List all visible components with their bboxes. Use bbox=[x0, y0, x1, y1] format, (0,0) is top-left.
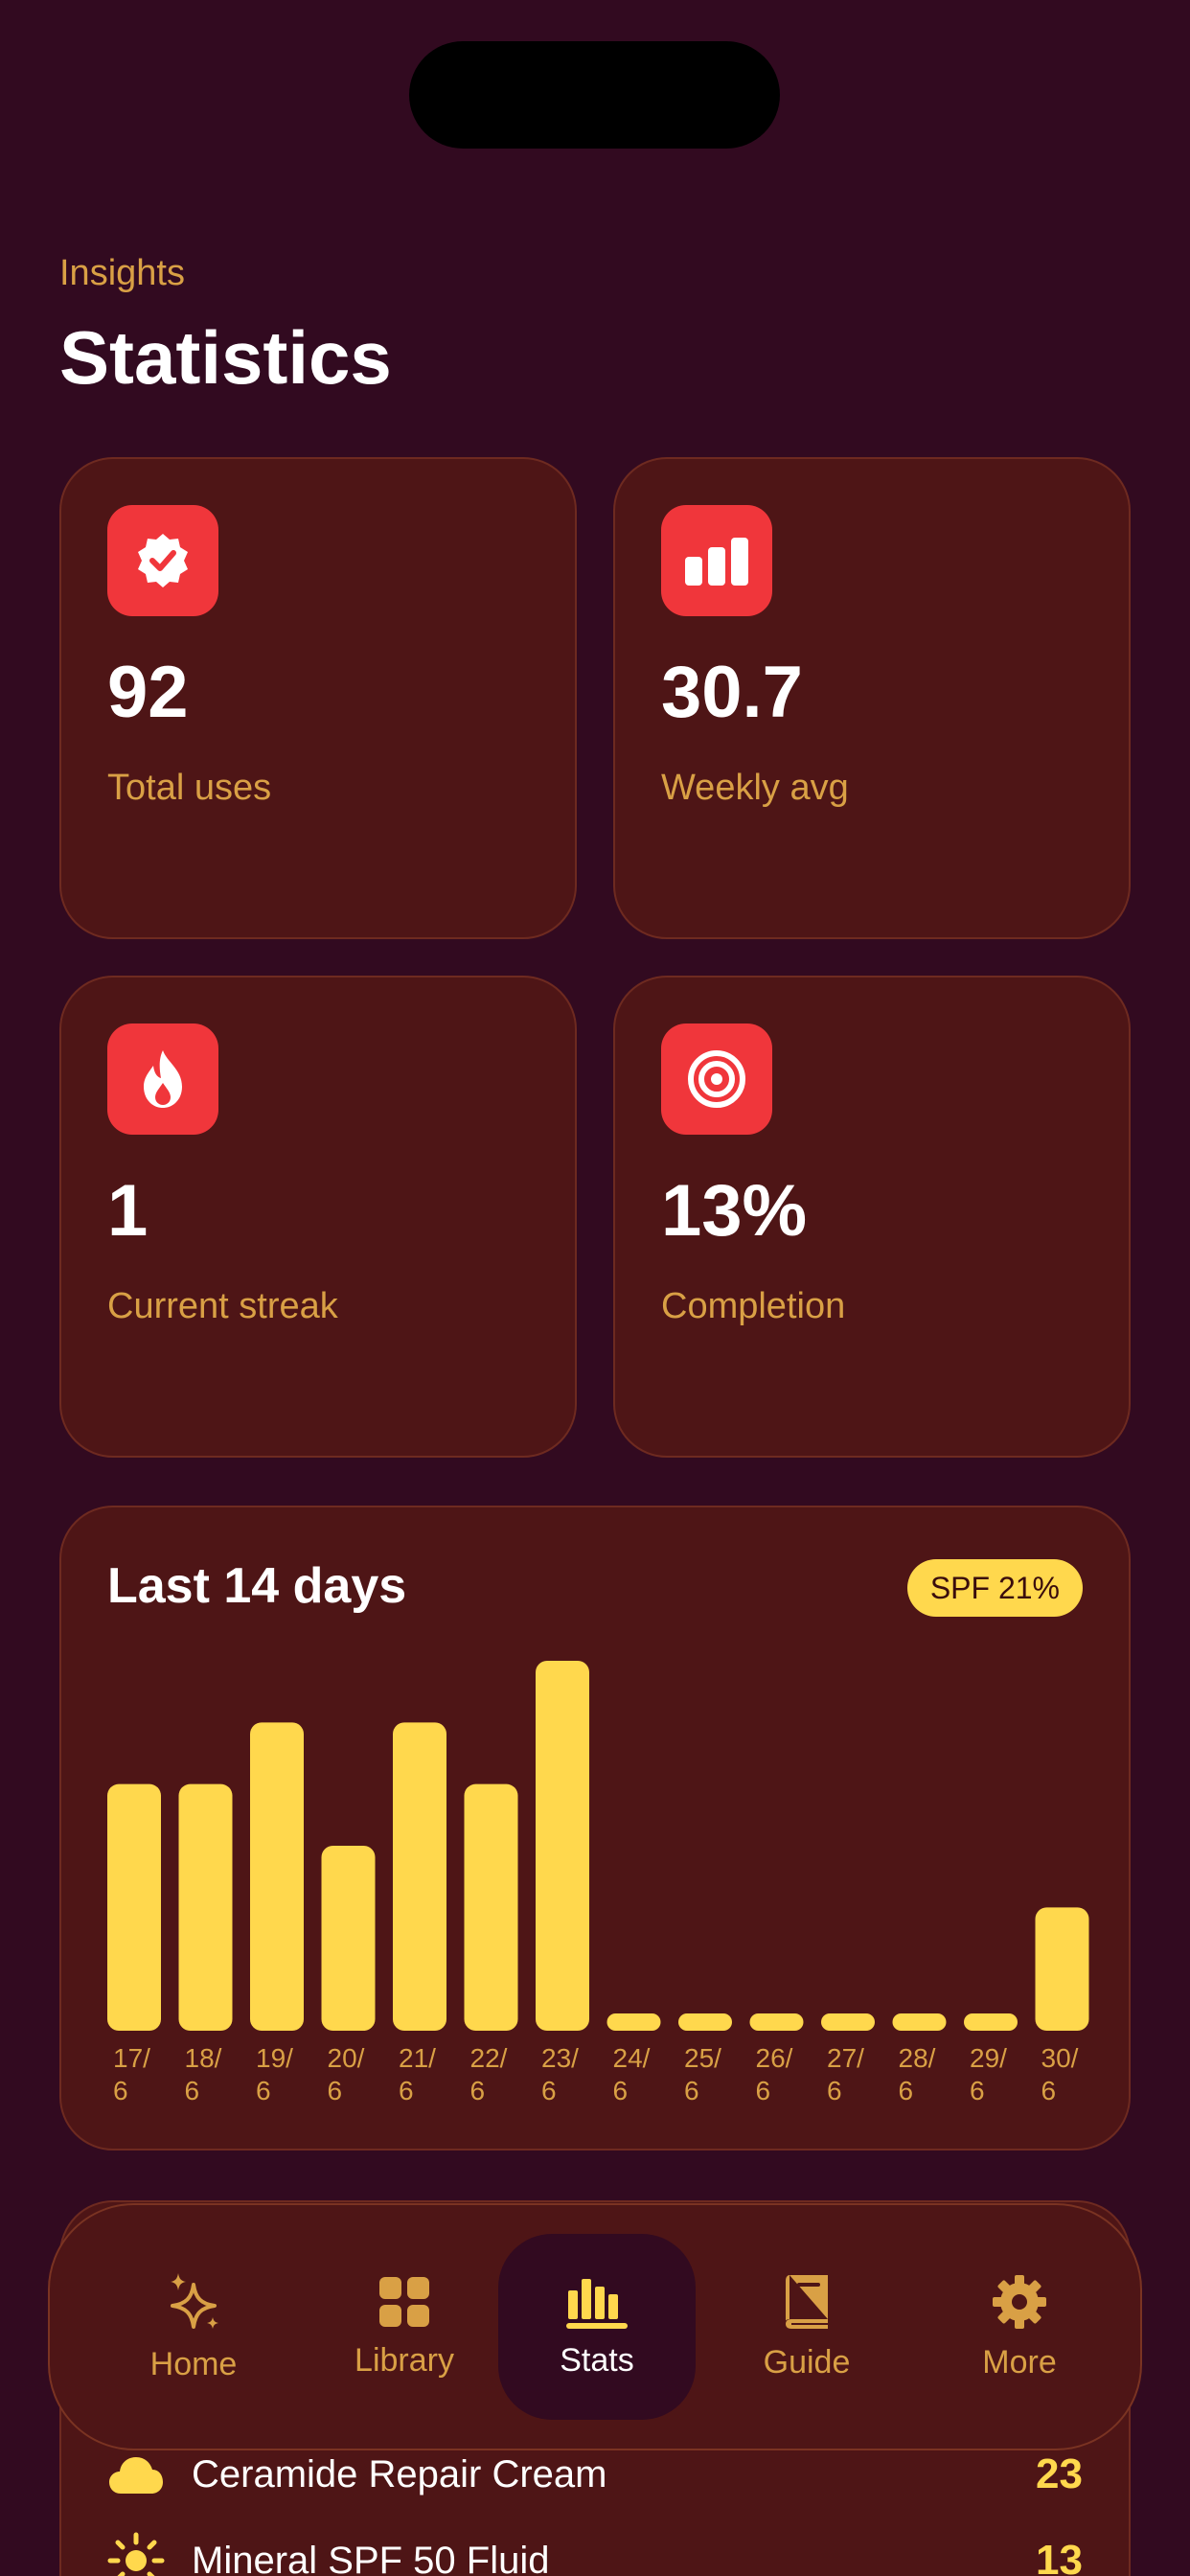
chart-tick-label: 19/ bbox=[256, 2043, 293, 2073]
chart-bar bbox=[178, 1783, 233, 2031]
target-icon bbox=[661, 1024, 772, 1135]
stat-card-current-streak: 1 Current streak bbox=[59, 976, 577, 1458]
tab-label: Stats bbox=[560, 2341, 634, 2379]
chart-tick-label: 6 bbox=[756, 2076, 771, 2105]
sparkles-icon bbox=[171, 2272, 218, 2329]
cloud-icon bbox=[107, 2446, 174, 2503]
chart-bar bbox=[821, 2013, 875, 2031]
stat-value: 13% bbox=[661, 1170, 808, 1252]
chart-tick-label: 6 bbox=[328, 2076, 343, 2105]
chart-tick-label: 6 bbox=[970, 2076, 985, 2105]
list-item[interactable]: Ceramide Repair Cream 23 bbox=[107, 2446, 1083, 2503]
chart-tick-label: 29/ bbox=[970, 2043, 1007, 2073]
chart-tick-label: 6 bbox=[113, 2076, 128, 2105]
chart-bar bbox=[250, 1722, 304, 2031]
chart-tick-label: 6 bbox=[399, 2076, 414, 2105]
bar-chart-icon bbox=[661, 505, 772, 616]
chart-tick-label: 17/ bbox=[113, 2043, 150, 2073]
chart-bar bbox=[393, 1722, 446, 2031]
chart-tick-label: 25/ bbox=[684, 2043, 721, 2073]
stat-label: Total uses bbox=[107, 768, 272, 808]
chart-tick-label: 21/ bbox=[399, 2043, 436, 2073]
chart-tick-label: 18/ bbox=[185, 2043, 222, 2073]
tab-stats[interactable]: Stats bbox=[498, 2234, 696, 2420]
chart-tick-label: 6 bbox=[684, 2076, 699, 2105]
tab-library[interactable]: Library bbox=[309, 2205, 500, 2449]
chart-bar bbox=[107, 1783, 161, 2031]
tab-label: Guide bbox=[763, 2343, 851, 2380]
stat-card-total-uses: 92 Total uses bbox=[59, 457, 577, 939]
stat-value: 92 bbox=[107, 652, 189, 733]
tab-guide[interactable]: Guide bbox=[711, 2205, 903, 2449]
book-icon bbox=[786, 2274, 828, 2329]
chart-tick-label: 24/ bbox=[613, 2043, 651, 2073]
stat-label: Weekly avg bbox=[661, 768, 849, 808]
tab-more[interactable]: More bbox=[924, 2205, 1115, 2449]
chart-tick-label: 6 bbox=[827, 2076, 842, 2105]
tab-label: Home bbox=[149, 2345, 238, 2382]
page-kicker: Insights bbox=[59, 253, 185, 293]
product-count: 23 bbox=[1036, 2450, 1083, 2497]
chart-bar bbox=[892, 2013, 947, 2031]
chart-tick-label: 26/ bbox=[756, 2043, 793, 2073]
last-14-days-chart-card: Last 14 days SPF 21% 17/6 18/6 19/6 20/6 21/… bbox=[59, 1506, 1131, 2150]
chart-bar bbox=[964, 2013, 1018, 2031]
chart-tick-label: 28/ bbox=[899, 2043, 936, 2073]
chart-bar bbox=[606, 2013, 661, 2031]
chart-bar bbox=[464, 1783, 518, 2031]
chart-bar bbox=[749, 2013, 804, 2031]
tab-home[interactable]: Home bbox=[98, 2205, 289, 2449]
chart-tick-label: 6 bbox=[613, 2076, 629, 2105]
product-count: 13 bbox=[1036, 2537, 1083, 2576]
page-title: Statistics bbox=[59, 315, 392, 400]
chart-bar bbox=[678, 2013, 732, 2031]
chart-tick-label: 20/ bbox=[328, 2043, 365, 2073]
chart-tick-label: 6 bbox=[185, 2076, 200, 2105]
chart-bar bbox=[1035, 1907, 1089, 2031]
stat-value: 30.7 bbox=[661, 652, 803, 733]
stat-label: Current streak bbox=[107, 1286, 338, 1326]
stats-screen: Insights Statistics 92 Total uses 30.7 W… bbox=[0, 0, 1190, 2576]
product-name: Mineral SPF 50 Fluid bbox=[192, 2539, 550, 2576]
stat-label: Completion bbox=[661, 1286, 846, 1326]
bar-chart: 17/6 18/6 19/6 20/6 21/6 22/6 23/6 24/6 25/6 26/6… bbox=[107, 1661, 1089, 2105]
chart-tick-label: 6 bbox=[541, 2076, 557, 2105]
stat-value: 1 bbox=[107, 1170, 149, 1252]
chart-tick-label: 6 bbox=[1041, 2076, 1057, 2105]
stats-icon bbox=[566, 2278, 628, 2329]
chart-tick-label: 22/ bbox=[470, 2043, 508, 2073]
verified-badge-icon bbox=[107, 505, 218, 616]
product-name: Ceramide Repair Cream bbox=[192, 2452, 607, 2496]
tab-bar: Home Library Stats Guide More bbox=[48, 2203, 1142, 2450]
tab-label: More bbox=[982, 2343, 1057, 2380]
chart-tick-label: 23/ bbox=[541, 2043, 579, 2073]
list-item[interactable]: Mineral SPF 50 Fluid 13 bbox=[107, 2532, 1083, 2576]
chart-bar bbox=[536, 1661, 589, 2031]
chart-tick-label: 6 bbox=[470, 2076, 486, 2105]
stat-card-weekly-avg: 30.7 Weekly avg bbox=[613, 457, 1131, 939]
chart-tick-label: 30/ bbox=[1041, 2043, 1079, 2073]
sun-icon bbox=[107, 2532, 174, 2576]
chart-tick-label: 6 bbox=[256, 2076, 271, 2105]
camera-notch bbox=[409, 41, 780, 149]
stat-card-completion: 13% Completion bbox=[613, 976, 1131, 1458]
grid-icon bbox=[379, 2276, 429, 2327]
chart-bar bbox=[321, 1846, 376, 2031]
gear-icon bbox=[993, 2274, 1046, 2329]
chart-tick-label: 27/ bbox=[827, 2043, 864, 2073]
flame-icon bbox=[107, 1024, 218, 1135]
tab-label: Library bbox=[355, 2341, 454, 2379]
chart-tick-label: 6 bbox=[899, 2076, 914, 2105]
